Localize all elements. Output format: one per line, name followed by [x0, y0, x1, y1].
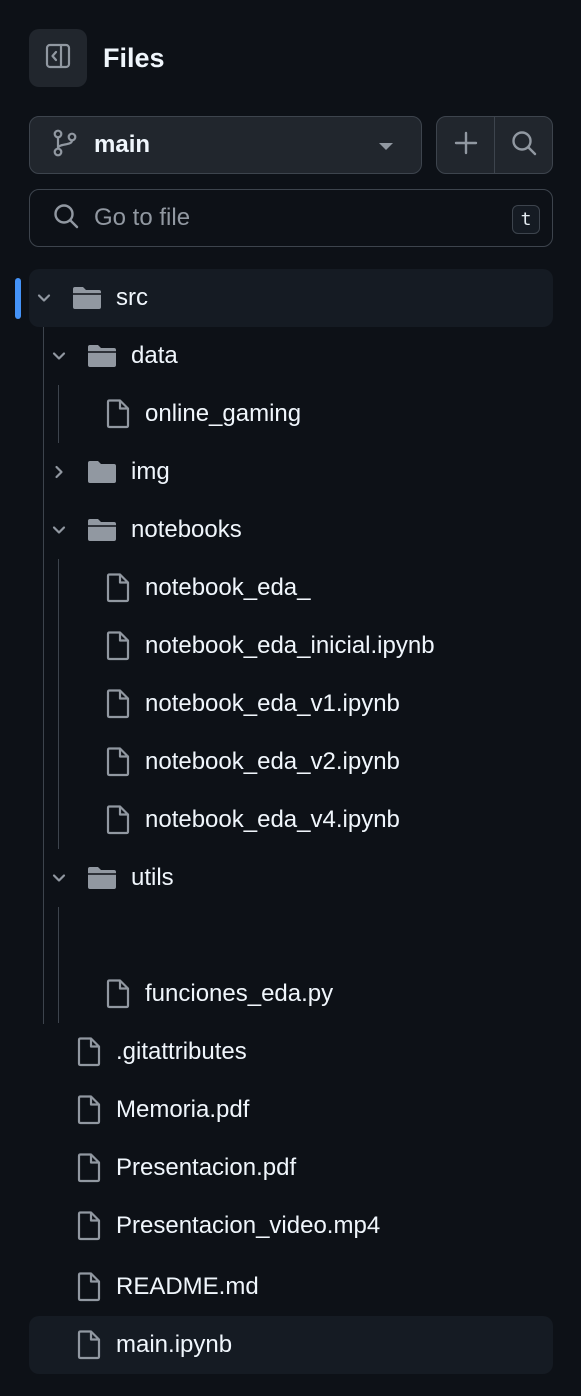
- tree-item-notebook-eda-v4[interactable]: notebook_eda_v4.ipynb: [105, 791, 400, 849]
- tree-item-funciones-eda[interactable]: funciones_eda.py: [105, 965, 333, 1023]
- branch-name: main: [94, 131, 151, 158]
- chevron-right-icon: [49, 462, 69, 482]
- go-to-file-box: t: [29, 189, 553, 247]
- file-icon: [76, 1211, 102, 1241]
- tree-item-label: main.ipynb: [116, 1331, 233, 1358]
- files-header: Files: [29, 29, 165, 87]
- file-icon: [76, 1037, 102, 1067]
- active-indicator: [15, 278, 21, 319]
- indent-guide-utils: [58, 907, 59, 1023]
- sidebar-collapse-icon: [44, 42, 72, 75]
- chevron-down-icon: [49, 868, 69, 888]
- file-actions-group: [436, 116, 553, 174]
- tree-item-label: Memoria.pdf: [116, 1096, 250, 1123]
- file-icon: [76, 1095, 102, 1125]
- plus-icon: [453, 130, 479, 161]
- tree-item-label: data: [131, 342, 178, 369]
- search-icon: [510, 129, 538, 162]
- indent-guide-notebooks: [58, 559, 59, 849]
- tree-item-label: Presentacion_video.mp4: [116, 1212, 381, 1239]
- file-icon: [105, 573, 131, 603]
- tree-item-notebook-eda-inicial[interactable]: notebook_eda_inicial.ipynb: [105, 617, 435, 675]
- tree-item-presentacion[interactable]: Presentacion.pdf: [76, 1139, 296, 1197]
- tree-item-label: .gitattributes: [116, 1038, 247, 1065]
- tree-item-label: notebook_eda_v2.ipynb: [145, 748, 400, 775]
- tree-item-label: img: [131, 458, 170, 485]
- folder-icon: [87, 459, 117, 485]
- file-icon: [105, 689, 131, 719]
- file-icon: [105, 747, 131, 777]
- file-tree-panel: Files main Go to file t src data online_…: [0, 0, 581, 1396]
- add-file-button[interactable]: [437, 117, 494, 173]
- search-icon: [52, 202, 80, 235]
- indent-guide-src: [43, 327, 44, 1024]
- chevron-down-icon: [49, 520, 69, 540]
- tree-item-notebook-eda[interactable]: notebook_eda_: [105, 559, 311, 617]
- tree-item-label: funciones_eda.py: [145, 980, 334, 1007]
- tree-item-label: notebook_eda_inicial.ipynb: [145, 632, 435, 659]
- tree-item-label: src: [116, 284, 148, 311]
- tree-item-readme[interactable]: README.md: [76, 1258, 259, 1316]
- page-title: Files: [103, 42, 165, 73]
- tree-item-label: notebook_eda_: [145, 574, 311, 601]
- branch-selector-button[interactable]: main: [29, 116, 422, 174]
- folder-open-icon: [87, 865, 117, 891]
- tree-item-utils[interactable]: utils: [49, 849, 174, 907]
- folder-open-icon: [87, 517, 117, 543]
- tree-item-label: Presentacion.pdf: [116, 1154, 297, 1181]
- tree-item-label: utils: [131, 864, 174, 891]
- tree-item-notebook-eda-v2[interactable]: notebook_eda_v2.ipynb: [105, 733, 400, 791]
- file-icon: [76, 1272, 102, 1302]
- keyboard-shortcut-badge: t: [512, 205, 540, 234]
- tree-item-label: notebook_eda_v1.ipynb: [145, 690, 400, 717]
- file-icon: [105, 979, 131, 1009]
- search-code-button[interactable]: [494, 117, 552, 173]
- tree-item-notebook-eda-v1[interactable]: notebook_eda_v1.ipynb: [105, 675, 400, 733]
- chevron-down-icon: [34, 288, 54, 308]
- file-icon: [76, 1153, 102, 1183]
- go-to-file-input[interactable]: [94, 204, 474, 232]
- file-icon: [105, 805, 131, 835]
- tree-item-memoria[interactable]: Memoria.pdf: [76, 1081, 249, 1139]
- folder-open-icon: [87, 343, 117, 369]
- indent-guide-data: [58, 385, 59, 443]
- tree-item-label: notebook_eda_v4.ipynb: [145, 806, 400, 833]
- tree-item-notebooks[interactable]: notebooks: [49, 501, 242, 559]
- tree-item-img[interactable]: img: [49, 443, 170, 501]
- collapse-sidebar-button[interactable]: [29, 29, 87, 87]
- tree-item-label: online_gaming: [145, 400, 302, 427]
- chevron-down-icon: [379, 143, 393, 150]
- git-branch-icon: [52, 129, 78, 162]
- chevron-down-icon: [49, 346, 69, 366]
- tree-item-main-ipynb[interactable]: main.ipynb: [76, 1316, 232, 1374]
- file-icon: [76, 1330, 102, 1360]
- tree-item-online-gaming[interactable]: online_gaming: [105, 385, 301, 443]
- tree-item-gitattributes[interactable]: .gitattributes: [76, 1023, 247, 1081]
- tree-item-presentacion-video[interactable]: Presentacion_video.mp4: [76, 1197, 380, 1255]
- tree-item-label: README.md: [116, 1273, 259, 1300]
- tree-item-data[interactable]: data: [49, 327, 178, 385]
- tree-item-src[interactable]: src: [34, 269, 148, 327]
- file-icon: [105, 631, 131, 661]
- folder-open-icon: [72, 285, 102, 311]
- file-icon: [105, 399, 131, 429]
- tree-item-label: notebooks: [131, 516, 242, 543]
